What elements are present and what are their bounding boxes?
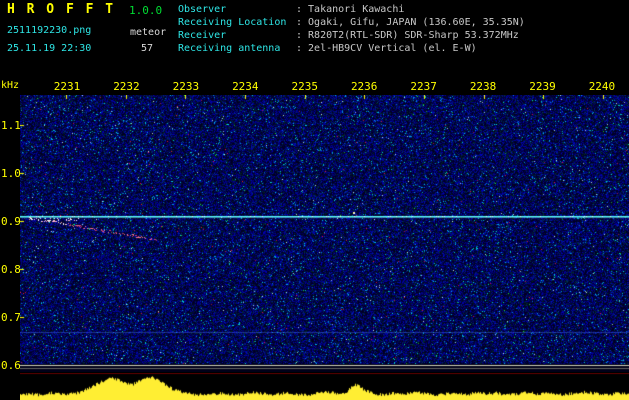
freq-axis: 1.1 1.0 0.9 0.8 0.7 0.6 <box>0 95 19 372</box>
datetime-label: 25.11.19 22:30 <box>7 43 91 54</box>
echo-count: 57 <box>141 43 153 54</box>
time-tick-label: 2235 <box>289 80 321 93</box>
info-value: R820T2(RTL-SDR) SDR-Sharp 53.372MHz <box>308 29 519 42</box>
freq-axis-unit: kHz <box>1 80 19 91</box>
time-axis: 2231 2232 2233 2234 2235 2236 2237 2238 … <box>51 80 618 93</box>
info-row: Receiver : R820T2(RTL-SDR) SDR-Sharp 53.… <box>178 29 525 42</box>
app-version: 1.0.0 <box>129 4 162 17</box>
signal-strength-canvas <box>20 373 629 400</box>
info-value: Takanori Kawachi <box>308 3 404 16</box>
output-filename: 2511192230.png <box>7 25 91 36</box>
app-title: H R O F F T <box>7 2 115 17</box>
info-value: Ogaki, Gifu, JAPAN (136.60E, 35.35N) <box>308 16 525 29</box>
info-colon: : <box>296 3 302 16</box>
info-label: Receiving antenna <box>178 42 296 55</box>
time-tick-label: 2231 <box>51 80 83 93</box>
info-row: Receiving Location : Ogaki, Gifu, JAPAN … <box>178 16 525 29</box>
mode-label: meteor <box>130 27 166 38</box>
time-tick-label: 2240 <box>586 80 618 93</box>
hrofft-window: H R O F F T 1.0.0 2511192230.png meteor … <box>0 0 629 400</box>
info-colon: : <box>296 42 302 55</box>
freq-tick-label: 0.8 <box>1 263 21 276</box>
freq-tick-label: 0.9 <box>1 215 21 228</box>
info-colon: : <box>296 29 302 42</box>
freq-tick-label: 0.6 <box>1 359 21 372</box>
station-info: Observer : Takanori Kawachi Receiving Lo… <box>178 3 525 55</box>
spectrogram-canvas <box>20 95 629 372</box>
time-tick-label: 2234 <box>229 80 261 93</box>
time-tick-label: 2232 <box>110 80 142 93</box>
info-label: Receiving Location <box>178 16 296 29</box>
info-label: Observer <box>178 3 296 16</box>
info-value: 2el-HB9CV Vertical (el. E-W) <box>308 42 477 55</box>
time-tick-label: 2233 <box>170 80 202 93</box>
time-tick-label: 2237 <box>408 80 440 93</box>
freq-tick-label: 0.7 <box>1 311 21 324</box>
info-row: Receiving antenna : 2el-HB9CV Vertical (… <box>178 42 525 55</box>
time-tick-label: 2239 <box>527 80 559 93</box>
info-row: Observer : Takanori Kawachi <box>178 3 525 16</box>
freq-tick-label: 1.1 <box>1 119 21 132</box>
time-tick-label: 2236 <box>348 80 380 93</box>
time-tick-label: 2238 <box>467 80 499 93</box>
freq-tick-label: 1.0 <box>1 167 21 180</box>
info-colon: : <box>296 16 302 29</box>
info-label: Receiver <box>178 29 296 42</box>
